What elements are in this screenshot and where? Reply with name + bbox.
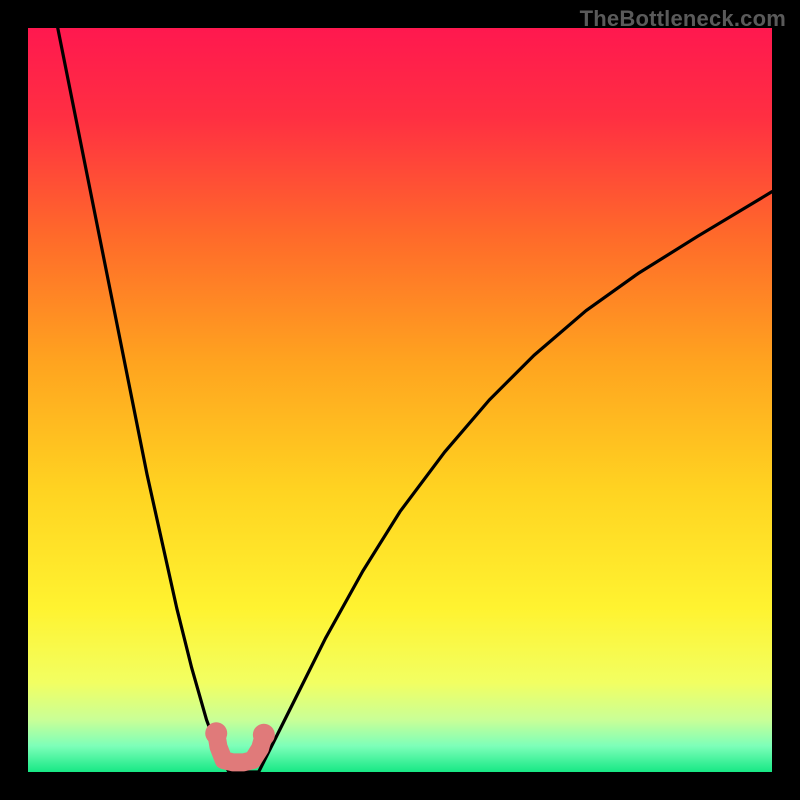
bottleneck-curve-chart [28,28,772,772]
chart-frame: TheBottleneck.com [0,0,800,800]
gradient-background [28,28,772,772]
plot-area [28,28,772,772]
marker-end-right [253,724,275,746]
marker-end-left [205,722,227,744]
